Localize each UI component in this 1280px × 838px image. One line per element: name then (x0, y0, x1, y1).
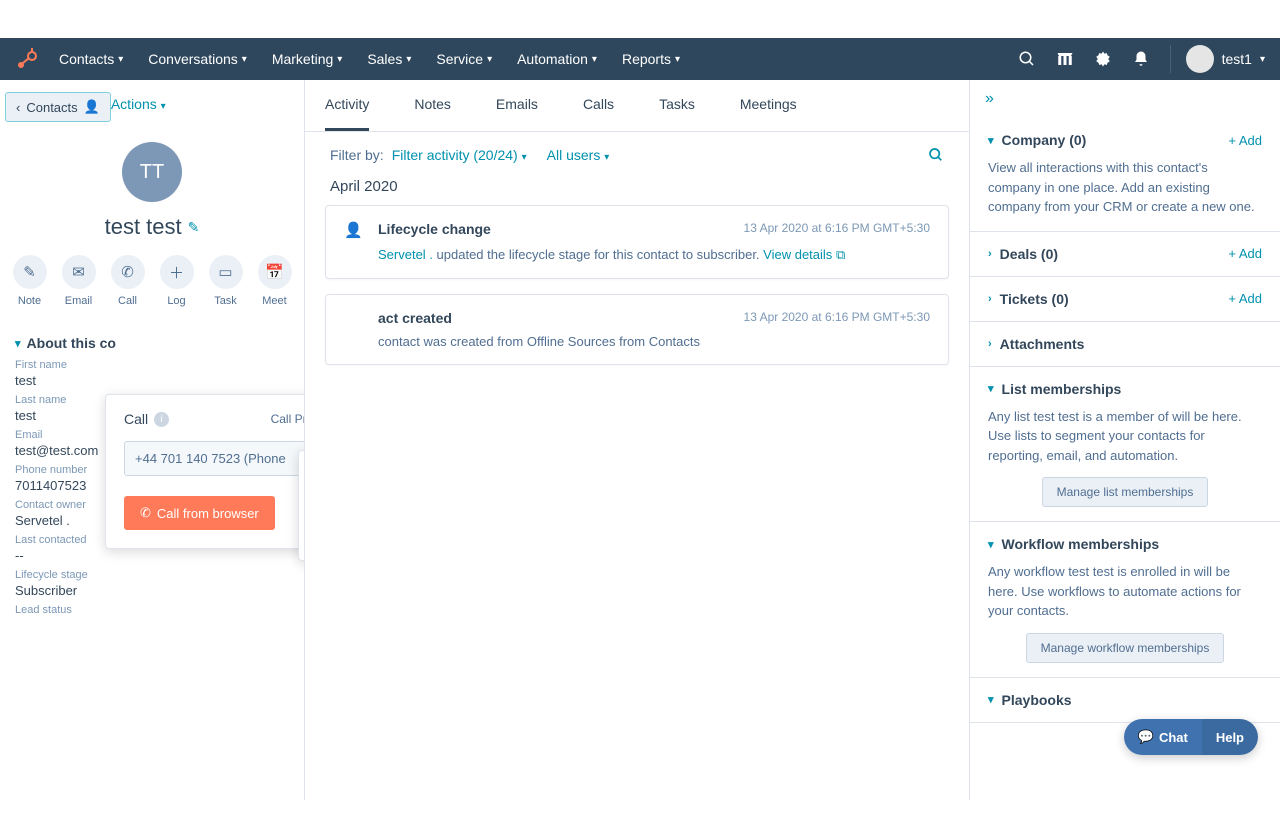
filter-activity-dropdown[interactable]: Filter activity (20/24) ▾ (392, 147, 527, 163)
help-button[interactable]: Help (1202, 719, 1258, 755)
nav-conversations[interactable]: Conversations▾ (148, 51, 247, 67)
hubspot-logo-icon (15, 47, 39, 71)
add-company-button[interactable]: + Add (1228, 133, 1262, 148)
tab-calls[interactable]: Calls (583, 80, 614, 131)
timeline-card: act created13 Apr 2020 at 6:16 PM GMT+5:… (325, 294, 949, 365)
view-details-link[interactable]: View details ⧉ (763, 247, 845, 262)
help-icon[interactable]: i (154, 412, 169, 427)
contact-avatar: TT (122, 142, 182, 202)
nav-automation[interactable]: Automation▾ (517, 51, 597, 67)
chat-button[interactable]: 💬Chat (1124, 719, 1202, 755)
tab-notes[interactable]: Notes (414, 80, 451, 131)
provider-option-ringcentral[interactable]: RingCentral (299, 457, 305, 488)
tab-activity[interactable]: Activity (325, 80, 369, 131)
back-contacts-button[interactable]: ‹ Contacts 👤 (5, 92, 111, 122)
chat-icon: 💬 (1138, 729, 1154, 745)
nav-service[interactable]: Service▾ (436, 51, 492, 67)
chevron-down-icon[interactable]: ▾ (988, 382, 994, 395)
chevron-left-icon: ‹ (16, 100, 20, 115)
provider-dropdown: RingCentral Servetel HubSpot (298, 450, 305, 561)
search-icon[interactable] (1018, 50, 1036, 68)
add-deal-button[interactable]: + Add (1228, 246, 1262, 261)
call-provider-label: Call Provider (271, 412, 305, 426)
nav-reports[interactable]: Reports▾ (622, 51, 680, 67)
manage-workflows-button[interactable]: Manage workflow memberships (1026, 633, 1225, 663)
call-button[interactable]: ✆ (111, 255, 145, 289)
edit-name-icon[interactable]: ✎ (188, 219, 200, 236)
meet-button[interactable]: 📅 (258, 255, 292, 289)
lifecycle-icon: 👤 (344, 221, 366, 239)
chevron-down-icon[interactable]: ▾ (988, 538, 994, 551)
activity-tabs: Activity Notes Emails Calls Tasks Meetin… (305, 80, 969, 132)
contact-icon: 👤 (84, 99, 100, 115)
expand-panel-icon[interactable]: » (970, 80, 1280, 118)
phone-icon: ✆ (140, 505, 151, 521)
left-panel: ‹ Contacts 👤 Actions ▾ TT test test ✎ ✎N… (0, 80, 305, 800)
nav-contacts[interactable]: Contacts▾ (59, 51, 123, 67)
manage-lists-button[interactable]: Manage list memberships (1042, 477, 1209, 507)
provider-option-hubspot[interactable]: HubSpot (299, 523, 305, 554)
tab-meetings[interactable]: Meetings (740, 80, 797, 131)
call-popover-title: Call (124, 411, 148, 427)
add-ticket-button[interactable]: + Add (1228, 291, 1262, 306)
timeline-card: 👤 Lifecycle change13 Apr 2020 at 6:16 PM… (325, 205, 949, 279)
activity-search-icon[interactable] (928, 147, 944, 163)
email-button[interactable]: ✉ (62, 255, 96, 289)
actions-dropdown[interactable]: Actions ▾ (111, 96, 166, 112)
chevron-right-icon[interactable]: › (988, 248, 992, 260)
nav-marketing[interactable]: Marketing▾ (272, 51, 343, 67)
about-section-head[interactable]: ▾About this co (0, 317, 304, 359)
chevron-down-icon[interactable]: ▾ (988, 693, 994, 706)
phone-input[interactable] (124, 441, 305, 476)
tab-emails[interactable]: Emails (496, 80, 538, 131)
call-from-browser-button[interactable]: ✆Call from browser (124, 496, 275, 530)
right-panel: » ▾Company (0)+ Add View all interaction… (970, 80, 1280, 800)
call-popover: Call i Call Provider Servetel▾ ✆Call fro… (105, 394, 305, 549)
contact-name: test test (105, 214, 182, 240)
settings-icon[interactable] (1094, 50, 1112, 68)
task-button[interactable]: ▭ (209, 255, 243, 289)
filter-users-dropdown[interactable]: All users ▾ (547, 147, 610, 163)
chevron-right-icon[interactable]: › (988, 293, 992, 305)
marketplace-icon[interactable] (1056, 50, 1074, 68)
chat-help-widget: 💬Chat Help (1124, 719, 1258, 755)
filter-label: Filter by: (330, 147, 384, 163)
log-button[interactable]: ＋ (160, 255, 194, 289)
notifications-icon[interactable] (1132, 50, 1150, 68)
top-nav: Contacts▾ Conversations▾ Marketing▾ Sale… (0, 38, 1280, 80)
user-avatar-icon (1186, 45, 1214, 73)
tab-tasks[interactable]: Tasks (659, 80, 695, 131)
note-button[interactable]: ✎ (13, 255, 47, 289)
timeline-date-group: April 2020 (305, 178, 969, 205)
center-panel: Activity Notes Emails Calls Tasks Meetin… (305, 80, 970, 800)
external-link-icon: ⧉ (836, 247, 845, 262)
nav-sales[interactable]: Sales▾ (367, 51, 411, 67)
user-menu[interactable]: test1▾ (1170, 45, 1265, 73)
chevron-right-icon[interactable]: › (988, 338, 992, 350)
chevron-down-icon[interactable]: ▾ (988, 134, 994, 147)
